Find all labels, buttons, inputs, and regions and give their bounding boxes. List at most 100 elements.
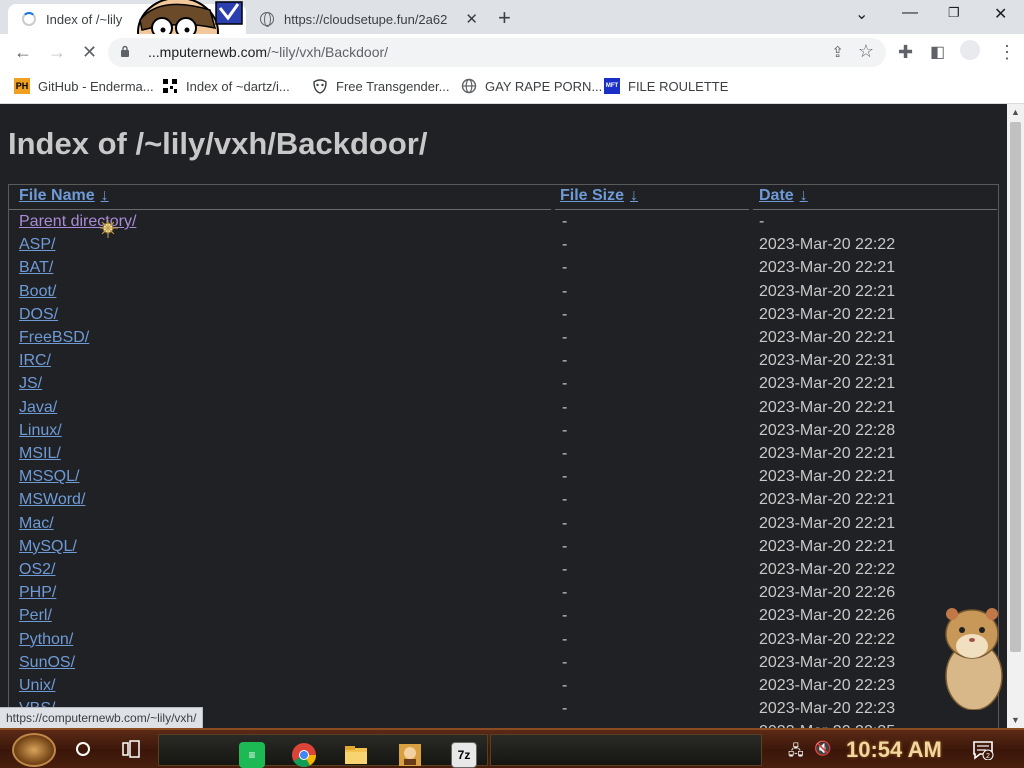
url-path: /~lily/vxh/Backdoor/ <box>267 44 389 60</box>
cortana-search-icon[interactable] <box>76 742 90 756</box>
directory-link[interactable]: BAT/ <box>19 259 53 277</box>
file-size-cell: - <box>562 236 568 254</box>
date-cell: 2023-Mar-20 22:22 <box>759 561 896 578</box>
scroll-up-arrow-icon[interactable]: ▲ <box>1011 107 1020 117</box>
directory-link[interactable]: OS2/ <box>19 561 55 579</box>
bookmark-gay-rape-porn[interactable]: GAY RAPE PORN... <box>461 78 602 94</box>
notification-center-icon[interactable]: 2 <box>972 740 994 760</box>
jigsaw-icon[interactable] <box>397 742 423 768</box>
chrome-icon[interactable] <box>291 742 317 768</box>
directory-link[interactable]: Boot/ <box>19 283 56 301</box>
file-size-cell: - <box>562 537 568 555</box>
side-panel-icon[interactable]: ◧ <box>930 42 945 62</box>
directory-link[interactable]: Mac/ <box>19 515 54 533</box>
share-icon[interactable]: ⇪ <box>831 43 844 61</box>
directory-link[interactable]: MySQL/ <box>19 538 77 556</box>
task-view-icon[interactable] <box>122 740 140 758</box>
directory-link[interactable]: JS/ <box>19 375 42 393</box>
table-row: MSSQL/ - 2023-Mar-20 22:21 <box>9 468 998 491</box>
table-row: MSWord/ - 2023-Mar-20 22:21 <box>9 491 998 514</box>
forward-arrow-icon[interactable]: → <box>48 42 66 63</box>
scroll-down-arrow-icon[interactable]: ▼ <box>1011 715 1020 725</box>
minimize-button[interactable]: — <box>902 4 918 22</box>
date-cell: 2023-Mar-20 22:22 <box>759 630 896 648</box>
page-content: Index of /~lily/vxh/Backdoor/ File Name ↓… <box>0 104 1007 728</box>
bookmark-file-roulette[interactable]: MFT FILE ROULETTE <box>604 78 728 94</box>
directory-link[interactable]: IRC/ <box>19 352 51 370</box>
extensions-puzzle-icon[interactable]: ✚ <box>898 42 913 63</box>
directory-link[interactable]: MSSQL/ <box>19 468 79 486</box>
volume-muted-icon[interactable]: 🔇 <box>814 740 831 757</box>
file-size-cell: - <box>562 375 568 393</box>
mouse-cursor-icon <box>100 220 118 238</box>
lock-icon[interactable] <box>120 45 130 57</box>
date-cell: - <box>759 213 765 230</box>
hamster-sticker <box>945 608 1003 710</box>
bookmark-github-enderma[interactable]: PH GitHub - Enderma... <box>14 78 154 94</box>
date-cell: 2023-Mar-20 22:21 <box>759 305 896 323</box>
directory-link[interactable]: Unix/ <box>19 677 55 695</box>
sort-arrow-icon: ↓ <box>100 187 109 204</box>
start-button[interactable] <box>12 733 56 767</box>
clock[interactable]: 10:54 AM <box>846 737 942 763</box>
url-text: ...mputernewb.com/~lily/vxh/Backdoor/ <box>148 44 388 60</box>
network-icon[interactable]: 🖧 <box>788 740 804 764</box>
table-row: Java/ - 2023-Mar-20 22:21 <box>9 399 998 422</box>
file-size-cell: - <box>562 421 568 439</box>
new-tab-button[interactable]: + <box>498 5 511 31</box>
vertical-scrollbar[interactable]: ▲ ▼ <box>1007 104 1024 728</box>
table-row: IRC/ - 2023-Mar-20 22:31 <box>9 352 998 375</box>
chrome-menu-icon[interactable]: ⋮ <box>998 42 1016 63</box>
directory-link[interactable]: Linux/ <box>19 422 62 440</box>
directory-link[interactable]: Python/ <box>19 631 73 649</box>
bookmark-free-transgender[interactable]: Free Transgender... <box>312 78 449 94</box>
directory-link[interactable]: MSIL/ <box>19 445 61 463</box>
bookmark-star-icon[interactable]: ☆ <box>858 41 874 62</box>
sheets-icon[interactable]: ≡ <box>239 742 265 768</box>
directory-link[interactable]: ASP/ <box>19 236 55 254</box>
close-tab-icon[interactable]: ✕ <box>465 10 478 28</box>
date-cell: 2023-Mar-20 22:21 <box>759 259 896 277</box>
column-header-file-name[interactable]: File Name ↓ <box>19 187 109 205</box>
profile-avatar-icon[interactable] <box>960 40 980 60</box>
globe-icon <box>461 78 477 94</box>
table-row: ASP/ - 2023-Mar-20 22:22 <box>9 236 998 259</box>
table-row: Linux/ - 2023-Mar-20 22:28 <box>9 422 998 445</box>
7zip-icon[interactable]: 7z <box>451 742 477 768</box>
scrollbar-thumb[interactable] <box>1010 122 1021 652</box>
directory-link[interactable]: Perl/ <box>19 607 52 625</box>
file-size-cell: - <box>562 468 568 486</box>
restore-button[interactable]: ❐ <box>948 5 960 21</box>
windows-taskbar: ≡ 7z 🖧 🔇 10:54 AM 2 <box>0 728 1024 768</box>
stop-loading-icon[interactable]: ✕ <box>82 42 97 63</box>
directory-link[interactable]: FreeBSD/ <box>19 329 89 347</box>
bookmark-index-of-dartz[interactable]: Index of ~dartz/i... <box>162 78 290 94</box>
address-bar[interactable]: ...mputernewb.com/~lily/vxh/Backdoor/ ⇪ … <box>108 38 886 67</box>
file-size-cell: - <box>562 329 568 346</box>
date-cell: 2023-Mar-20 22:21 <box>759 491 896 509</box>
table-row: Python/ - 2023-Mar-20 22:22 <box>9 631 998 654</box>
close-window-button[interactable]: ✕ <box>994 4 1007 24</box>
tab-search-chevron-icon[interactable]: ⌄ <box>855 4 868 24</box>
date-cell: 2023-Mar-20 22:21 <box>759 537 896 555</box>
directory-link[interactable]: Java/ <box>19 399 57 417</box>
bookmark-label: Index of ~dartz/i... <box>186 78 290 94</box>
tab-cloudsetupe[interactable]: https://cloudsetupe.fun/2a62 ✕ <box>248 4 488 34</box>
table-row: SunOS/ - 2023-Mar-20 22:23 <box>9 654 998 677</box>
tab-title: https://cloudsetupe.fun/2a62 <box>284 11 448 27</box>
table-row: DOS/ - 2023-Mar-20 22:21 <box>9 306 998 329</box>
table-row: JS/ - 2023-Mar-20 22:21 <box>9 375 998 398</box>
loading-spinner-icon <box>22 12 36 26</box>
file-explorer-icon[interactable] <box>343 742 369 768</box>
column-header-file-size[interactable]: File Size ↓ <box>560 187 638 205</box>
sort-arrow-icon: ↓ <box>630 187 639 204</box>
directory-link[interactable]: PHP/ <box>19 584 56 602</box>
back-arrow-icon[interactable]: ← <box>14 42 32 63</box>
column-header-date[interactable]: Date ↓ <box>759 187 808 205</box>
url-host: ...mputernewb.com <box>148 44 268 60</box>
date-cell: 2023-Mar-20 22:21 <box>759 329 896 346</box>
bookmark-label: GAY RAPE PORN... <box>485 78 603 94</box>
directory-link[interactable]: MSWord/ <box>19 491 85 509</box>
directory-link[interactable]: SunOS/ <box>19 654 75 672</box>
directory-link[interactable]: DOS/ <box>19 306 58 324</box>
